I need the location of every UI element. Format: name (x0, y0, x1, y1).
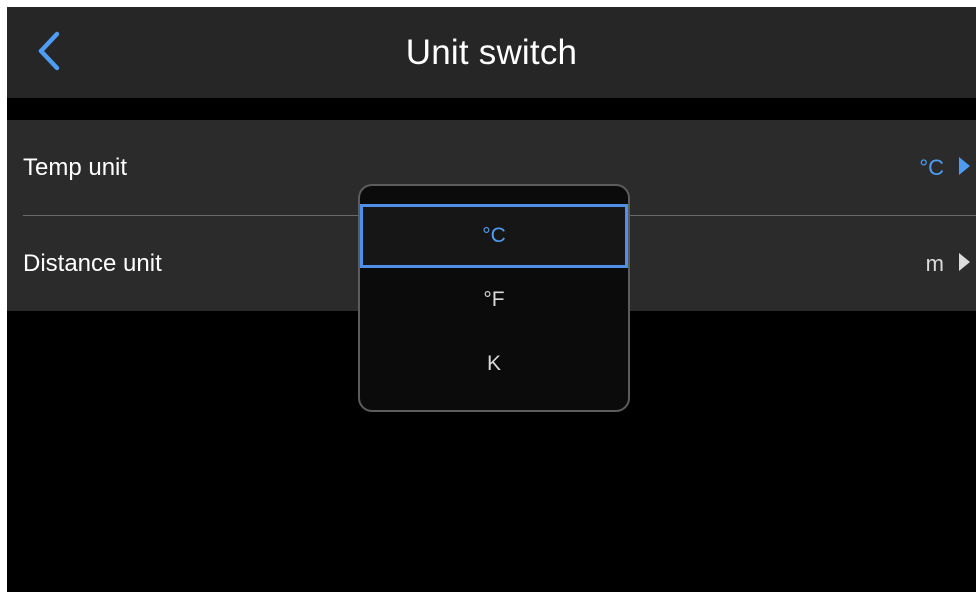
option-fahrenheit[interactable]: °F (360, 268, 628, 332)
distance-unit-label: Distance unit (23, 250, 162, 277)
caret-right-icon (959, 253, 970, 271)
distance-unit-value: m (925, 251, 944, 276)
chevron-left-icon (38, 31, 60, 71)
option-celsius[interactable]: °C (360, 204, 628, 268)
app-screen: Unit switch Temp unit °C Distance unit m… (7, 7, 976, 592)
top-bar: Unit switch (7, 7, 976, 98)
temp-unit-label: Temp unit (23, 154, 128, 181)
caret-right-icon (959, 157, 970, 175)
temp-unit-value: °C (919, 155, 944, 180)
back-button[interactable] (27, 23, 71, 79)
page-title: Unit switch (405, 33, 578, 72)
temp-unit-dropdown: °C °F K (358, 184, 630, 412)
option-kelvin[interactable]: K (360, 332, 628, 396)
